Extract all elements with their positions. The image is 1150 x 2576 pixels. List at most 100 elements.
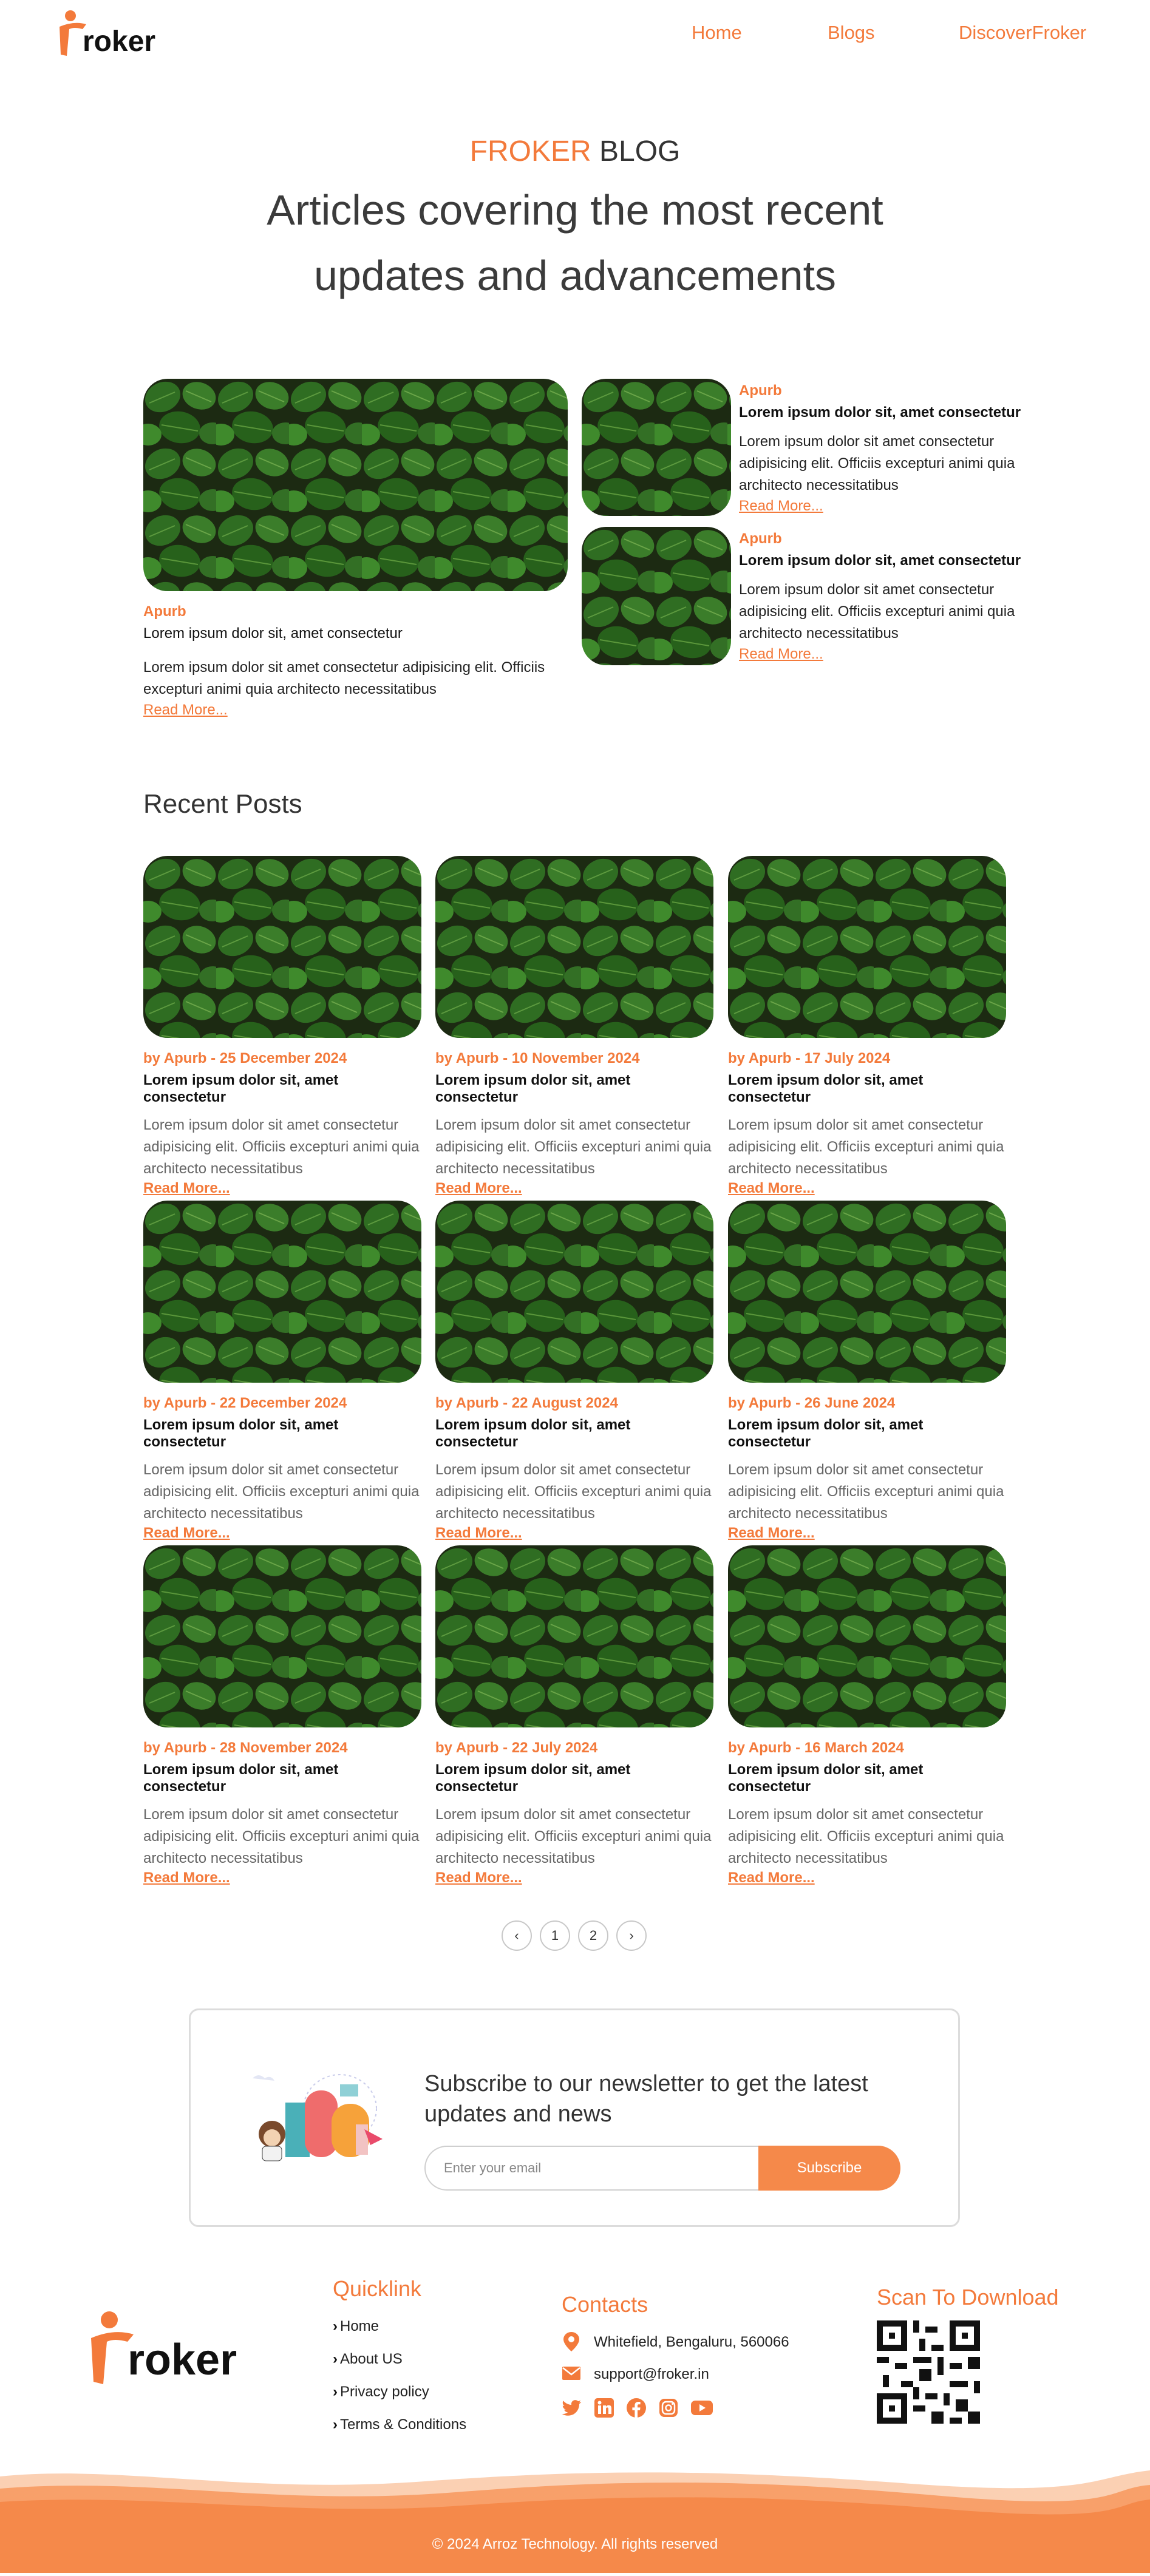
- post-meta: by Apurb - 22 July 2024: [435, 1740, 598, 1756]
- post-image[interactable]: [143, 1201, 421, 1383]
- footer-froker-logo[interactable]: roker: [86, 2307, 244, 2391]
- post-card[interactable]: by Apurb - 16 March 2024 Lorem ipsum dol…: [728, 1545, 1006, 1886]
- post-meta: by Apurb - 22 December 2024: [143, 1395, 347, 1411]
- footer-wave: [0, 2464, 1150, 2573]
- post-read-more[interactable]: Read More...: [435, 1525, 522, 1541]
- chevron-left-icon: ‹: [514, 1928, 519, 1943]
- post-read-more[interactable]: Read More...: [435, 1180, 522, 1196]
- featured-side-desc-1: Lorem ipsum dolor sit amet consectetur a…: [739, 433, 1015, 493]
- subscribe-button[interactable]: Subscribe: [758, 2146, 900, 2191]
- footer-link-about[interactable]: › About US: [333, 2351, 403, 2368]
- post-title[interactable]: Lorem ipsum dolor sit, amet consectetur: [728, 1417, 1006, 1451]
- post-card[interactable]: by Apurb - 26 June 2024 Lorem ipsum dolo…: [728, 1201, 1006, 1542]
- post-meta: by Apurb - 17 July 2024: [728, 1050, 891, 1066]
- post-read-more[interactable]: Read More...: [143, 1525, 230, 1541]
- post-card[interactable]: by Apurb - 22 August 2024 Lorem ipsum do…: [435, 1201, 713, 1542]
- post-desc: Lorem ipsum dolor sit amet consectetur a…: [143, 1462, 420, 1522]
- page-headline: Articles covering the most recent update…: [267, 186, 883, 299]
- footer-logo-wordmark: roker: [128, 2336, 237, 2384]
- quicklink-heading: Quicklink: [333, 2276, 422, 2301]
- chevron-right-icon: ›: [333, 2416, 338, 2433]
- post-title[interactable]: Lorem ipsum dolor sit, amet consectetur: [143, 1072, 421, 1106]
- post-image[interactable]: [435, 1545, 713, 1727]
- newsletter-title: Subscribe to our newsletter to get the l…: [424, 2071, 868, 2127]
- post-title[interactable]: Lorem ipsum dolor sit, amet consectetur: [728, 1072, 1006, 1106]
- eyebrow-accent: FROKER: [469, 135, 591, 168]
- featured-main-title[interactable]: Lorem ipsum dolor sit, amet consectetur: [143, 625, 403, 642]
- footer-link-label: About US: [340, 2351, 403, 2367]
- featured-side-read-more-2[interactable]: Read More...: [739, 646, 823, 663]
- chevron-right-icon: ›: [333, 2351, 338, 2367]
- facebook-icon[interactable]: [626, 2398, 647, 2418]
- eyebrow-rest: BLOG: [591, 135, 681, 168]
- featured-side-read-more-1[interactable]: Read More...: [739, 498, 823, 515]
- post-image[interactable]: [143, 856, 421, 1038]
- post-read-more[interactable]: Read More...: [728, 1525, 815, 1541]
- post-image[interactable]: [728, 856, 1006, 1038]
- post-card[interactable]: by Apurb - 25 December 2024 Lorem ipsum …: [143, 856, 421, 1197]
- post-meta: by Apurb - 16 March 2024: [728, 1740, 904, 1756]
- footer-link-privacy[interactable]: › Privacy policy: [333, 2384, 429, 2401]
- post-read-more[interactable]: Read More...: [143, 1180, 230, 1196]
- post-title[interactable]: Lorem ipsum dolor sit, amet consectetur: [435, 1072, 713, 1106]
- logo-wordmark: roker: [83, 25, 155, 58]
- pagination-page-2[interactable]: 2: [578, 1920, 608, 1951]
- featured-main-read-more[interactable]: Read More...: [143, 702, 228, 719]
- pagination-page-1[interactable]: 1: [540, 1920, 570, 1951]
- featured-side-image-1[interactable]: [582, 379, 731, 516]
- chevron-right-icon: ›: [333, 2384, 338, 2400]
- footer-link-home[interactable]: › Home: [333, 2318, 379, 2335]
- post-title[interactable]: Lorem ipsum dolor sit, amet consectetur: [143, 1761, 421, 1795]
- featured-main-image[interactable]: [143, 379, 568, 591]
- featured-side-title-2[interactable]: Lorem ipsum dolor sit, amet consectetur: [739, 552, 1021, 569]
- scan-to-download-heading: Scan To Download: [877, 2285, 1059, 2310]
- nav-discover-froker[interactable]: DiscoverFroker: [959, 22, 1086, 44]
- post-read-more[interactable]: Read More...: [728, 1869, 815, 1886]
- froker-logo[interactable]: roker: [56, 8, 165, 63]
- post-card[interactable]: by Apurb - 22 December 2024 Lorem ipsum …: [143, 1201, 421, 1542]
- post-card[interactable]: by Apurb - 22 July 2024 Lorem ipsum dolo…: [435, 1545, 713, 1886]
- post-card[interactable]: by Apurb - 10 November 2024 Lorem ipsum …: [435, 856, 713, 1197]
- recent-posts-heading: Recent Posts: [143, 789, 302, 819]
- qr-code-image[interactable]: [877, 2320, 980, 2424]
- footer-link-label: Terms & Conditions: [340, 2416, 467, 2433]
- post-desc: Lorem ipsum dolor sit amet consectetur a…: [435, 1462, 712, 1522]
- nav-blogs[interactable]: Blogs: [828, 22, 875, 44]
- post-title[interactable]: Lorem ipsum dolor sit, amet consectetur: [435, 1417, 713, 1451]
- pagination-prev-button[interactable]: ‹: [502, 1920, 532, 1951]
- post-read-more[interactable]: Read More...: [728, 1180, 815, 1196]
- post-title[interactable]: Lorem ipsum dolor sit, amet consectetur: [435, 1761, 713, 1795]
- pagination-next-button[interactable]: ›: [616, 1920, 647, 1951]
- featured-side-desc-2: Lorem ipsum dolor sit amet consectetur a…: [739, 581, 1015, 642]
- post-desc: Lorem ipsum dolor sit amet consectetur a…: [435, 1806, 712, 1866]
- mail-icon: [562, 2366, 581, 2381]
- newsletter-email-input[interactable]: [424, 2146, 758, 2191]
- nav-home[interactable]: Home: [692, 22, 742, 44]
- featured-side-title-1[interactable]: Lorem ipsum dolor sit, amet consectetur: [739, 404, 1021, 421]
- post-title[interactable]: Lorem ipsum dolor sit, amet consectetur: [728, 1761, 1006, 1795]
- post-read-more[interactable]: Read More...: [435, 1869, 522, 1886]
- post-image[interactable]: [728, 1201, 1006, 1383]
- youtube-icon[interactable]: [690, 2398, 713, 2418]
- post-card[interactable]: by Apurb - 28 November 2024 Lorem ipsum …: [143, 1545, 421, 1886]
- contact-email[interactable]: support@froker.in: [594, 2366, 709, 2383]
- footer-link-label: Home: [340, 2318, 379, 2334]
- linkedin-icon[interactable]: [594, 2398, 614, 2418]
- featured-side-image-2[interactable]: [582, 527, 731, 665]
- contact-address: Whitefield, Bengaluru, 560066: [594, 2334, 789, 2350]
- newsletter-illustration: [249, 2066, 398, 2163]
- post-desc: Lorem ipsum dolor sit amet consectetur a…: [728, 1462, 1004, 1522]
- post-card[interactable]: by Apurb - 17 July 2024 Lorem ipsum dolo…: [728, 856, 1006, 1197]
- post-title[interactable]: Lorem ipsum dolor sit, amet consectetur: [143, 1417, 421, 1451]
- post-read-more[interactable]: Read More...: [143, 1869, 230, 1886]
- post-image[interactable]: [435, 856, 713, 1038]
- footer-link-terms[interactable]: › Terms & Conditions: [333, 2416, 466, 2433]
- post-meta: by Apurb - 28 November 2024: [143, 1740, 348, 1756]
- twitter-icon[interactable]: [562, 2398, 582, 2418]
- post-desc: Lorem ipsum dolor sit amet consectetur a…: [435, 1117, 712, 1177]
- featured-side-author-1: Apurb: [739, 382, 782, 399]
- instagram-icon[interactable]: [658, 2398, 679, 2418]
- post-image[interactable]: [143, 1545, 421, 1727]
- post-image[interactable]: [728, 1545, 1006, 1727]
- post-image[interactable]: [435, 1201, 713, 1383]
